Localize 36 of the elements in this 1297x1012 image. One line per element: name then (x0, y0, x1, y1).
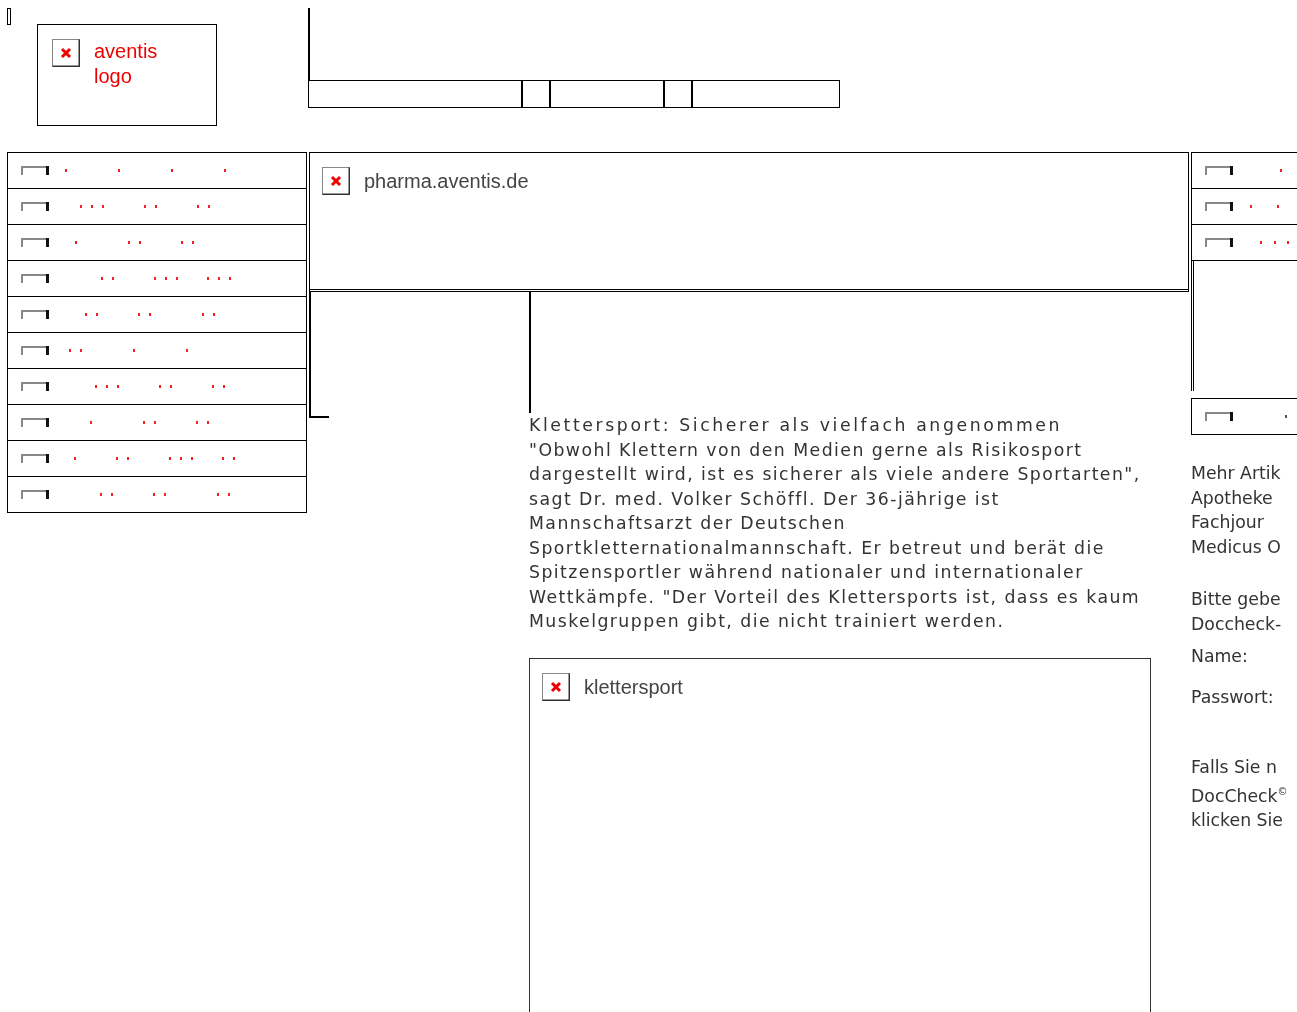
name-label: Name: (1191, 645, 1249, 668)
login-prompt-text: Doccheck- (1191, 612, 1283, 636)
broken-image-icon (21, 346, 49, 355)
broken-image-icon (21, 454, 49, 463)
password-label: Passwort: (1191, 685, 1275, 709)
link-text-drawing (1280, 169, 1282, 172)
banner-alt-text: pharma.aventis.de (364, 169, 529, 194)
broken-image-icon (1205, 412, 1233, 421)
link-text-drawing (1285, 415, 1287, 418)
login-prompt-text: Bitte gebe (1191, 588, 1282, 611)
broken-image-icon (21, 166, 49, 175)
article-text: "Obwohl Klettern von den Medien gerne als Risikosport dargestellt wird, ist es sicherer als viele andere Sportarten", sagt Dr. med. Volker Schöffl. Der 36-jährige ist Mannschaftsarzt der Deutschen Sportkletternationalmannschaft. Er betreut und berät die Spitzensportler während nationaler und internationaler Wettkämpfe. "Der Vorteil des Klettersports ist, dass es kaum Muskelgruppen gibt, die nicht trainiert werden. (529, 438, 1142, 633)
register-text: DocCheck$^{©}$ (1191, 784, 1289, 808)
frame-edge (7, 8, 11, 25)
register-text: Falls Sie n (1191, 756, 1278, 779)
logo-alt-text: aventis logo (94, 39, 159, 89)
broken-image-icon (1205, 202, 1233, 211)
broken-image-icon (21, 310, 49, 319)
more-articles-text: Medicus O (1191, 535, 1282, 559)
broken-image-icon (322, 167, 350, 195)
more-articles-text: Fachjour (1191, 511, 1265, 534)
broken-image-icon (21, 490, 49, 499)
broken-image-icon (21, 274, 49, 283)
image-alt-text: klettersport (584, 674, 683, 700)
more-articles-text: Mehr Artik (1191, 462, 1282, 485)
broken-image-icon (1205, 238, 1233, 247)
broken-image-icon (21, 202, 49, 211)
more-articles-text: Apotheke (1191, 486, 1274, 510)
broken-image-icon (21, 238, 49, 247)
broken-image-icon (52, 39, 80, 67)
broken-image-icon (542, 672, 570, 701)
article-title: Klettersport: Sicherer als vielfach angenommen (529, 414, 1064, 437)
register-text: klicken Sie (1191, 808, 1284, 832)
broken-image-icon (21, 382, 49, 391)
broken-image-icon (1205, 166, 1233, 175)
broken-image-icon (21, 418, 49, 427)
